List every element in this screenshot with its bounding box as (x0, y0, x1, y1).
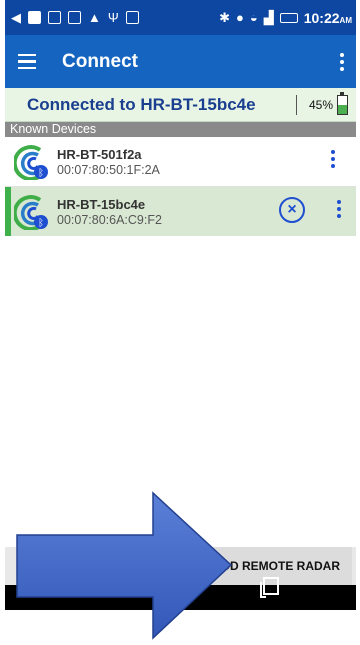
blue-arrow-icon (16, 491, 233, 640)
